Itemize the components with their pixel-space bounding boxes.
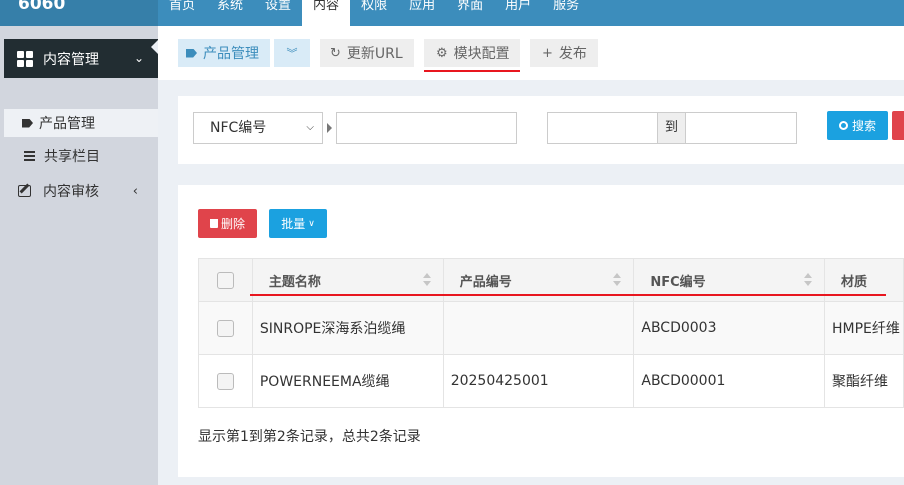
nav-content[interactable]: 内容 — [302, 0, 351, 26]
refresh-icon: ↻ — [330, 45, 341, 61]
cell-material: HMPE纤维 — [823, 301, 904, 355]
button-label: 批量 — [281, 217, 306, 231]
button-label: 发布 — [558, 46, 587, 62]
cell-product-no — [442, 301, 635, 355]
sort-icon — [803, 273, 812, 287]
trash-icon — [209, 219, 218, 228]
tag-icon — [186, 48, 197, 58]
chevron-left-icon: ‹ — [132, 183, 138, 199]
select-all-cell — [198, 258, 253, 302]
row-select-cell — [198, 301, 253, 355]
delete-button[interactable]: 删除 — [198, 209, 257, 238]
refresh-url-button[interactable]: ↻ 更新URL — [320, 39, 414, 67]
table-panel: 删除 批量 ∨ 主题名称 产品编号 NFC编号 材质 SINROPE深海系泊缆绳… — [178, 185, 904, 477]
sidebar-item-label: 共享栏目 — [44, 149, 100, 165]
batch-button[interactable]: 批量 ∨ — [269, 209, 327, 238]
sidebar: 内容管理 ⌄ 产品管理 共享栏目 内容审核 ‹ — [0, 26, 159, 485]
tab-label: 产品管理 — [203, 46, 259, 62]
cell-product-no: 20250425001 — [442, 354, 635, 408]
select-all-checkbox[interactable] — [216, 271, 234, 289]
sidebar-item-content-management[interactable]: 内容管理 ⌄ — [4, 39, 158, 78]
table-row[interactable]: SINROPE深海系泊缆绳 ABCD0003 HMPE纤维 — [198, 301, 904, 355]
sidebar-item-product-management[interactable]: 产品管理 — [4, 109, 158, 137]
range-from-input[interactable] — [547, 112, 658, 144]
nav-users[interactable]: 用户 — [494, 0, 542, 26]
double-chevron-down-icon: ︾ — [286, 47, 298, 60]
sidebar-item-label: 内容审核 — [43, 184, 99, 200]
sidebar-item-label: 内容管理 — [43, 51, 99, 68]
nav-apps[interactable]: 应用 — [398, 0, 446, 26]
cell-nfc: ABCD00001 — [633, 354, 825, 408]
reset-button[interactable] — [892, 111, 904, 140]
row-select-cell — [198, 354, 253, 408]
annotation-underline-module — [424, 70, 520, 72]
edit-icon — [18, 185, 31, 197]
column-label: 产品编号 — [459, 274, 512, 290]
search-keyword-input[interactable] — [336, 112, 517, 144]
cell-title: SINROPE深海系泊缆绳 — [251, 301, 444, 355]
column-label: 主题名称 — [268, 274, 321, 290]
nav-interface[interactable]: 界面 — [446, 0, 494, 26]
sidebar-item-label: 产品管理 — [39, 116, 95, 132]
chevron-down-icon: ⌵ — [306, 122, 314, 133]
nav-settings[interactable]: 设置 — [254, 0, 302, 26]
top-navbar: 6060 首页 系统 设置 内容 权限 应用 界面 用户 服务 — [0, 0, 904, 26]
annotation-underline-columns — [250, 294, 886, 296]
sidebar-item-shared-columns[interactable]: 共享栏目 — [4, 142, 158, 170]
nav-system[interactable]: 系统 — [206, 0, 254, 26]
nav-home[interactable]: 首页 — [158, 0, 206, 26]
product-table: 主题名称 产品编号 NFC编号 材质 SINROPE深海系泊缆绳 ABCD000… — [198, 258, 904, 408]
tab-product-management[interactable]: 产品管理 — [178, 39, 270, 67]
row-checkbox[interactable] — [216, 319, 234, 337]
cell-material: 聚酯纤维 — [823, 354, 904, 408]
nav-services[interactable]: 服务 — [542, 0, 590, 26]
sidebar-item-content-review[interactable]: 内容审核 ‹ — [4, 177, 158, 205]
cell-nfc: ABCD0003 — [633, 301, 825, 355]
tabs-dropdown-button[interactable]: ︾ — [274, 39, 310, 67]
button-label: 搜索 — [851, 119, 876, 133]
range-to-input[interactable] — [685, 112, 797, 144]
caret-right-icon — [327, 123, 332, 133]
row-checkbox[interactable] — [216, 372, 234, 390]
plus-icon: + — [542, 45, 553, 61]
nav-permissions[interactable]: 权限 — [350, 0, 398, 26]
column-label: 材质 — [840, 274, 867, 290]
sort-icon — [422, 273, 431, 287]
cell-title: POWERNEEMA缆绳 — [251, 354, 444, 408]
tab-toolbar: 产品管理 ︾ ↻ 更新URL ⚙ 模块配置 + 发布 — [158, 26, 904, 80]
publish-button[interactable]: + 发布 — [530, 39, 598, 67]
search-icon — [838, 121, 848, 130]
app-logo[interactable]: 6060 — [0, 0, 158, 26]
sort-icon — [613, 273, 622, 287]
range-to-label: 到 — [658, 112, 685, 144]
search-button[interactable]: 搜索 — [827, 111, 888, 140]
table-row[interactable]: POWERNEEMA缆绳 20250425001 ABCD00001 聚酯纤维 — [198, 354, 904, 408]
list-icon — [24, 149, 35, 163]
select-value: NFC编号 — [210, 120, 267, 136]
gear-icon: ⚙ — [436, 45, 448, 61]
top-nav: 首页 系统 设置 内容 权限 应用 界面 用户 服务 — [158, 0, 590, 26]
chevron-down-icon: ∨ — [308, 218, 315, 229]
module-config-button[interactable]: ⚙ 模块配置 — [424, 39, 520, 67]
button-label: 模块配置 — [453, 46, 510, 62]
column-label: NFC编号 — [650, 274, 706, 290]
dashboard-grid-icon — [17, 50, 33, 67]
tag-icon — [22, 118, 33, 128]
button-label: 更新URL — [346, 46, 403, 62]
pagination-summary: 显示第1到第2条记录，总共2条记录 — [198, 429, 421, 445]
chevron-down-icon: ⌄ — [133, 51, 144, 65]
search-field-select[interactable]: NFC编号 ⌵ — [193, 112, 323, 144]
search-panel: NFC编号 ⌵ 到 搜索 — [178, 96, 904, 164]
button-label: 删除 — [220, 217, 245, 231]
